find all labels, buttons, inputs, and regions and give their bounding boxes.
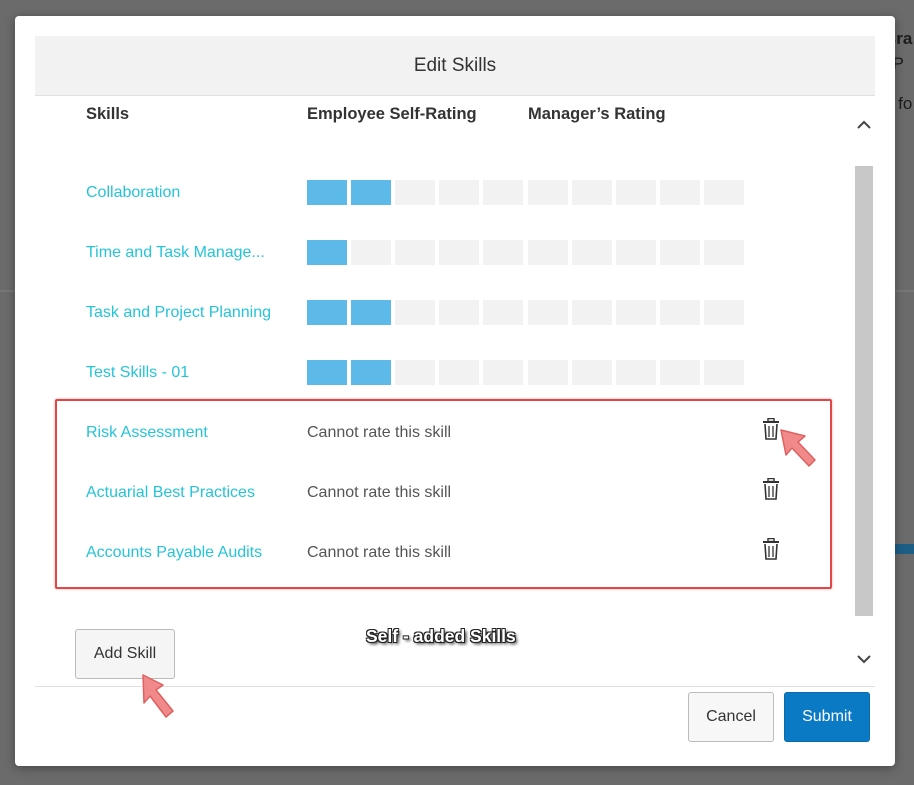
self-rating-segment[interactable]	[351, 300, 391, 325]
self-rating-segment[interactable]	[483, 360, 523, 385]
manager-rating-bar	[528, 300, 748, 325]
edit-skills-dialog: Edit Skills Skills Employee Self-Rating …	[15, 16, 895, 766]
self-rating-bar[interactable]	[307, 300, 527, 325]
self-rating-segment[interactable]	[307, 240, 347, 265]
pointer-arrow-icon	[142, 674, 174, 718]
manager-rating-segment	[572, 360, 612, 385]
manager-rating-segment	[528, 300, 568, 325]
manager-rating-segment	[660, 300, 700, 325]
cancel-button[interactable]: Cancel	[688, 692, 774, 742]
manager-rating-segment	[660, 240, 700, 265]
rated-skill-row: Task and Project Planning	[35, 300, 855, 330]
dialog-title: Edit Skills	[413, 54, 497, 76]
manager-rating-segment	[660, 360, 700, 385]
self-rating-segment[interactable]	[307, 300, 347, 325]
manager-rating-bar	[528, 360, 748, 385]
self-rating-segment[interactable]	[395, 180, 435, 205]
self-rating-segment[interactable]	[351, 180, 391, 205]
self-rating-segment[interactable]	[395, 240, 435, 265]
self-rating-segment[interactable]	[439, 240, 479, 265]
manager-rating-segment	[704, 180, 744, 205]
manager-rating-segment	[660, 180, 700, 205]
manager-rating-bar	[528, 240, 748, 265]
manager-rating-segment	[572, 300, 612, 325]
manager-rating-segment	[572, 180, 612, 205]
submit-button[interactable]: Submit	[784, 692, 870, 742]
manager-rating-segment	[616, 180, 656, 205]
skill-link[interactable]: Time and Task Manage...	[86, 244, 265, 262]
self-rating-segment[interactable]	[307, 360, 347, 385]
rated-skill-row: Test Skills - 01	[35, 360, 855, 390]
manager-rating-segment	[704, 360, 744, 385]
self-added-highlight-box	[55, 399, 832, 589]
manager-rating-segment	[528, 360, 568, 385]
rated-skill-row: Collaboration	[35, 180, 855, 210]
pointer-arrow-icon	[780, 429, 816, 467]
skill-link[interactable]: Test Skills - 01	[86, 364, 189, 382]
self-rating-segment[interactable]	[439, 300, 479, 325]
self-rating-segment[interactable]	[395, 360, 435, 385]
rated-skill-row: Time and Task Manage...	[35, 240, 855, 270]
manager-rating-segment	[616, 360, 656, 385]
skill-link[interactable]: Task and Project Planning	[86, 304, 271, 322]
manager-rating-segment	[704, 240, 744, 265]
background-accent-bar	[894, 544, 914, 554]
column-header-self-rating: Employee Self-Rating	[307, 105, 477, 123]
self-rating-segment[interactable]	[483, 240, 523, 265]
self-rating-segment[interactable]	[307, 180, 347, 205]
self-rating-segment[interactable]	[483, 300, 523, 325]
chevron-down-icon[interactable]	[853, 648, 875, 670]
manager-rating-segment	[528, 180, 568, 205]
column-header-manager-rating: Manager’s Rating	[528, 105, 666, 123]
self-rating-bar[interactable]	[307, 240, 527, 265]
vertical-scrollbar[interactable]	[853, 96, 875, 686]
manager-rating-segment	[704, 300, 744, 325]
dialog-header: Edit Skills	[35, 36, 875, 96]
self-rating-segment[interactable]	[483, 180, 523, 205]
column-header-skills: Skills	[86, 105, 130, 123]
manager-rating-bar	[528, 180, 748, 205]
chevron-up-icon[interactable]	[853, 114, 875, 136]
manager-rating-segment	[572, 240, 612, 265]
manager-rating-segment	[616, 300, 656, 325]
self-rating-segment[interactable]	[439, 360, 479, 385]
self-rating-segment[interactable]	[439, 180, 479, 205]
skills-content: Skills Employee Self-Rating Manager’s Ra…	[35, 96, 855, 686]
manager-rating-segment	[616, 240, 656, 265]
self-rating-segment[interactable]	[351, 360, 391, 385]
self-added-annotation: Self - added Skills	[366, 626, 516, 646]
self-rating-bar[interactable]	[307, 180, 527, 205]
self-rating-segment[interactable]	[395, 300, 435, 325]
manager-rating-segment	[528, 240, 568, 265]
self-rating-segment[interactable]	[351, 240, 391, 265]
skill-link[interactable]: Collaboration	[86, 184, 180, 202]
scrollbar-thumb[interactable]	[855, 166, 873, 616]
self-rating-bar[interactable]	[307, 360, 527, 385]
